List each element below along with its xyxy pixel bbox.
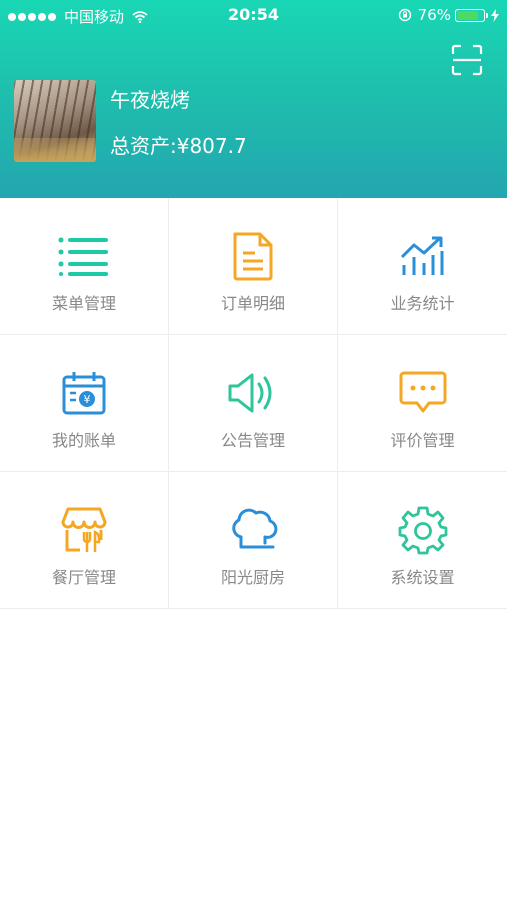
- menu-item-label: 阳光厨房: [220, 568, 285, 587]
- menu-item-my-bill[interactable]: ¥ 我的账单: [0, 335, 169, 471]
- battery-percent: 76%: [417, 6, 451, 24]
- menu-item-menu-management[interactable]: 菜单管理: [0, 198, 169, 334]
- speaker-icon: [228, 373, 272, 413]
- document-icon: [233, 232, 273, 281]
- list-icon: [58, 237, 108, 276]
- chart-icon: [400, 236, 443, 275]
- menu-item-reviews[interactable]: 评价管理: [338, 335, 507, 471]
- menu-grid: 菜单管理 订单明细 业务统计 ¥ 我的账单 公告管理 评价管理 餐厅管理 阳光厨…: [0, 198, 507, 609]
- menu-item-announcements[interactable]: 公告管理: [169, 335, 338, 471]
- menu-item-system-settings[interactable]: 系统设置: [338, 472, 507, 608]
- chef-hat-icon: [232, 508, 278, 549]
- comment-icon: [399, 371, 446, 413]
- restaurant-icon: [61, 507, 107, 552]
- battery-icon: [455, 8, 488, 22]
- menu-item-restaurant-management[interactable]: 餐厅管理: [0, 472, 169, 608]
- avatar[interactable]: [14, 80, 96, 162]
- menu-item-label: 订单明细: [220, 294, 285, 313]
- menu-item-label: 我的账单: [51, 431, 116, 450]
- charging-icon: [491, 8, 499, 22]
- menu-item-label: 系统设置: [390, 568, 455, 587]
- menu-item-business-stats[interactable]: 业务统计: [338, 198, 507, 334]
- header: 中国移动 20:54 76% 午夜烧烤 总资产:¥807.7: [0, 0, 507, 198]
- menu-item-order-details[interactable]: 订单明细: [169, 198, 338, 334]
- menu-item-label: 评价管理: [390, 431, 455, 450]
- menu-item-sunshine-kitchen[interactable]: 阳光厨房: [169, 472, 338, 608]
- scan-icon[interactable]: [451, 44, 483, 76]
- menu-item-label: 业务统计: [390, 294, 455, 313]
- shop-name: 午夜烧烤: [110, 88, 190, 112]
- status-bar: 中国移动 20:54 76%: [0, 0, 507, 30]
- bill-icon: ¥: [62, 372, 106, 415]
- rotation-lock-icon: [398, 8, 411, 22]
- gear-icon: [398, 506, 447, 555]
- total-assets: 总资产:¥807.7: [110, 134, 247, 158]
- menu-item-label: 公告管理: [220, 431, 285, 450]
- menu-item-label: 餐厅管理: [51, 568, 116, 587]
- menu-item-label: 菜单管理: [51, 294, 116, 313]
- svg-text:¥: ¥: [84, 393, 91, 406]
